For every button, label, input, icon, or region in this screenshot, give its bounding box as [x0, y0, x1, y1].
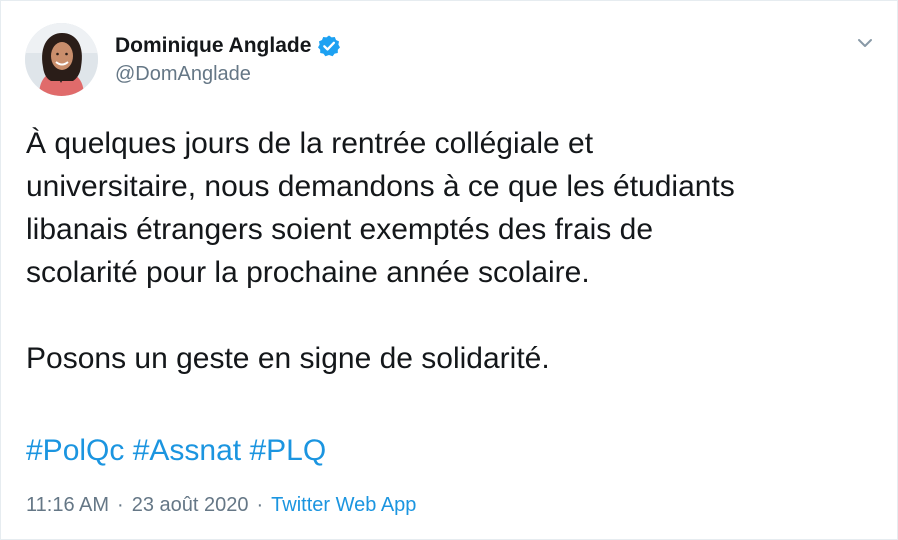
author-handle[interactable]: @DomAnglade [115, 63, 251, 86]
avatar[interactable] [25, 23, 98, 96]
tweet-text-line: À quelques jours de la rentrée collégial… [26, 127, 594, 160]
tweet-source-link[interactable]: Twitter Web App [271, 494, 416, 516]
tweet-text: À quelques jours de la rentrée collégial… [26, 122, 886, 380]
tweet-card: Dominique Anglade @DomAnglade À quelques… [0, 0, 898, 540]
tweet-date[interactable]: 23 août 2020 [132, 494, 249, 516]
tweet-text-line: universitaire, nous demandons à ce que l… [26, 170, 735, 203]
verified-badge-icon [317, 34, 341, 58]
author-name-row[interactable]: Dominique Anglade [115, 32, 341, 60]
meta-separator: · [256, 494, 264, 516]
tweet-time[interactable]: 11:16 AM [26, 494, 109, 516]
chevron-down-icon[interactable] [853, 31, 877, 55]
hashtag-link[interactable]: #Assnat [133, 434, 241, 467]
tweet-text-paragraph: Posons un geste en signe de solidarité. [26, 342, 550, 375]
tweet-text-line: libanais étrangers soient exemptés des f… [26, 213, 654, 246]
author-display-name[interactable]: Dominique Anglade [115, 34, 311, 58]
hashtag-link[interactable]: #PolQc [26, 434, 124, 467]
hashtag-row: #PolQc #Assnat #PLQ [26, 429, 326, 472]
hashtag-link[interactable]: #PLQ [249, 434, 326, 467]
avatar-image [25, 23, 98, 96]
tweet-meta: 11:16 AM · 23 août 2020 · Twitter Web App [26, 494, 416, 517]
tweet-text-line: scolarité pour la prochaine année scolai… [26, 256, 590, 289]
meta-separator: · [117, 494, 124, 516]
